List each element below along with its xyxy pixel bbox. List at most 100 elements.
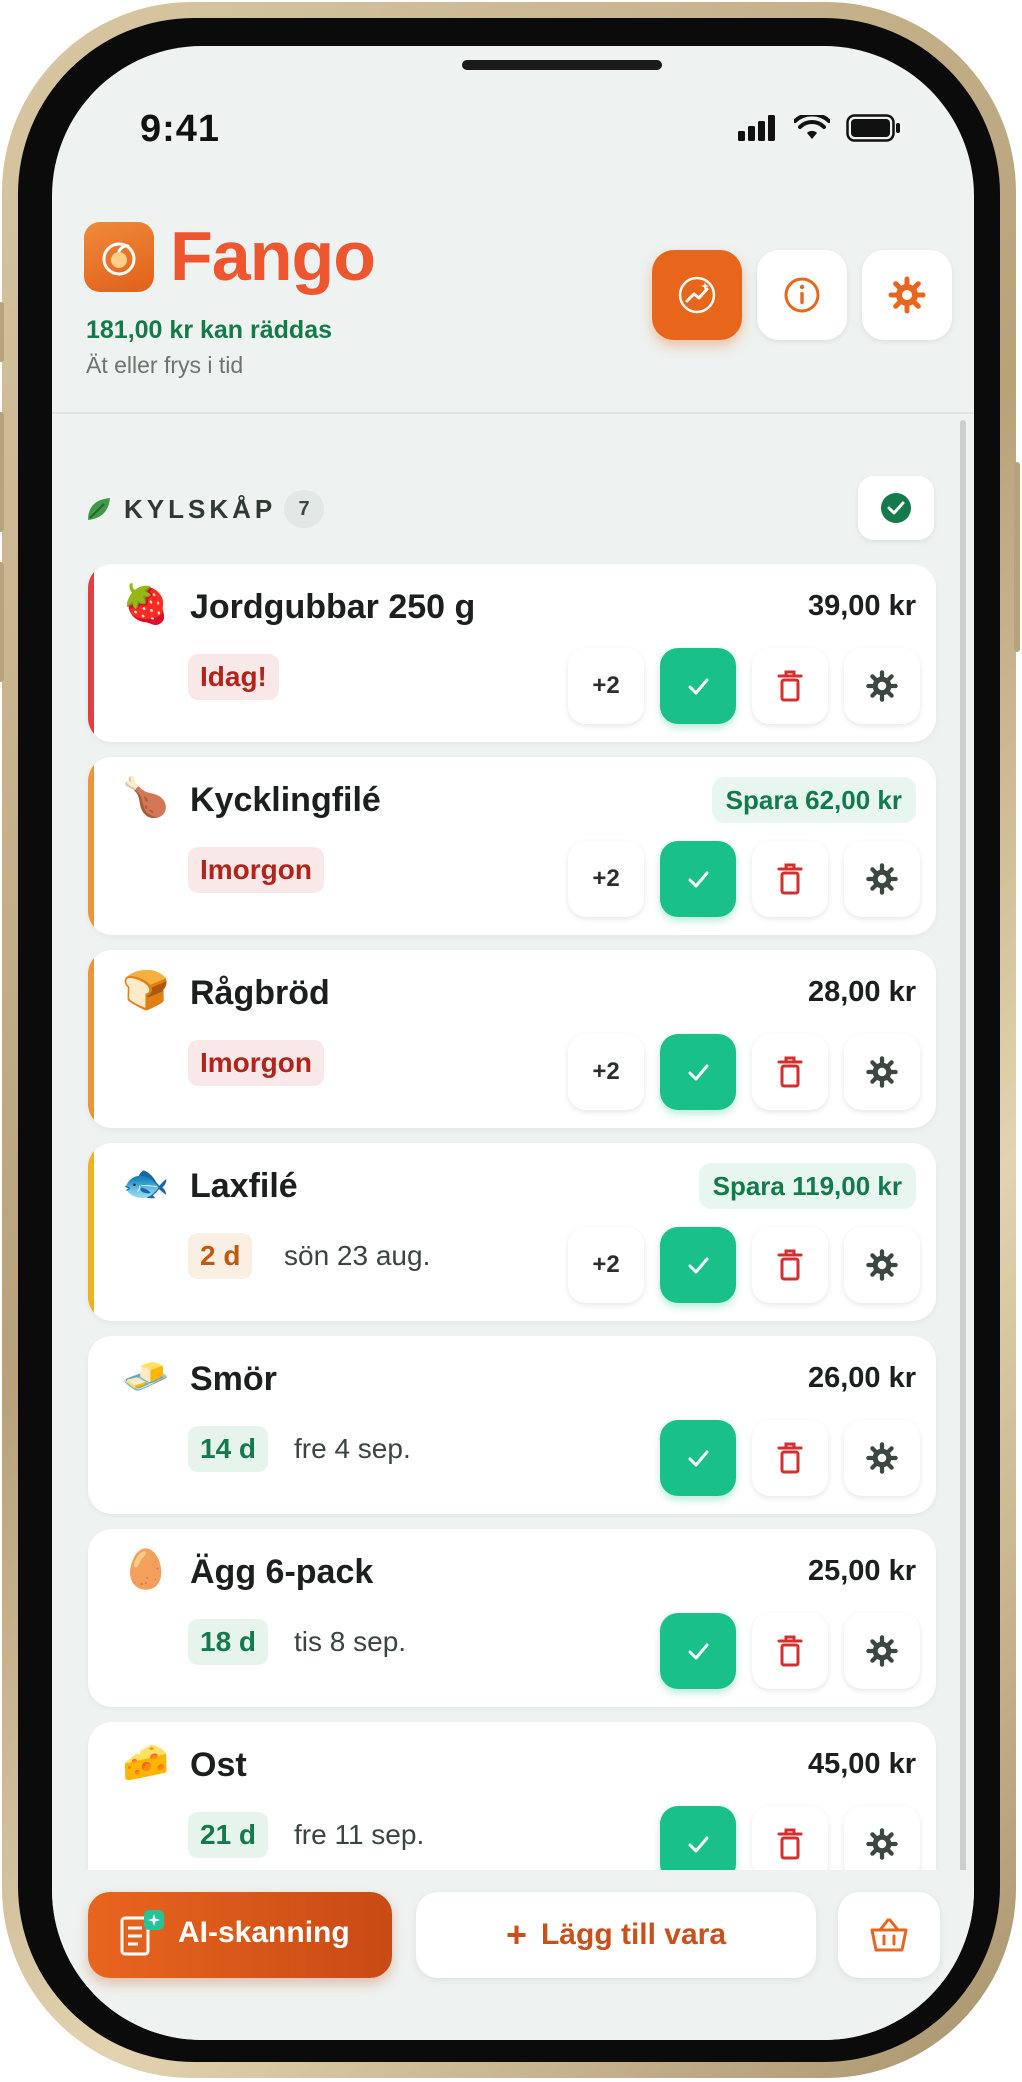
- list-scrollbar[interactable]: [960, 420, 966, 1910]
- item-settings-button[interactable]: [844, 1227, 920, 1303]
- urgency-stripe: [88, 950, 94, 1128]
- savings-badge: Spara 62,00 kr: [711, 777, 916, 823]
- delete-button[interactable]: [752, 1034, 828, 1110]
- item-price: 25,00 kr: [807, 1555, 916, 1587]
- item-card[interactable]: 🍞 Rågbröd 28,00 kr Imorgon +2: [88, 950, 936, 1128]
- volume-down-button: [0, 562, 4, 682]
- check-circle-icon: [881, 493, 911, 523]
- brand-title: Fango: [170, 217, 376, 295]
- expiry-badge: Imorgon: [188, 847, 324, 893]
- trend-icon: [678, 276, 716, 314]
- item-card[interactable]: 🍓 Jordgubbar 250 g 39,00 kr Idag! +2: [88, 564, 936, 742]
- receipt-scan-icon: [120, 1910, 164, 1956]
- item-card[interactable]: 🧈 Smör 26,00 kr 14 d fre 4 sep.: [88, 1336, 936, 1514]
- phone-frame: 9:41 Fango 181,00 kr kan räddas Ät eller…: [0, 2, 1020, 2078]
- trash-icon: [777, 1442, 803, 1474]
- mark-eaten-button[interactable]: [660, 1034, 736, 1110]
- app-logo: [84, 222, 154, 292]
- extend-days-button[interactable]: +2: [568, 841, 644, 917]
- item-price: 28,00 kr: [807, 976, 916, 1008]
- item-emoji: 🥚: [122, 1549, 170, 1591]
- battery-icon: [846, 114, 900, 142]
- leaf-icon: [88, 498, 110, 520]
- insights-button[interactable]: [652, 250, 742, 340]
- item-card[interactable]: 🐟 Laxfilé Spara 119,00 kr 2 d sön 23 aug. +2: [88, 1143, 936, 1321]
- select-all-button[interactable]: [858, 476, 934, 540]
- app-screen: 9:41 Fango 181,00 kr kan räddas Ät eller…: [52, 46, 974, 2040]
- gear-icon: [866, 1056, 898, 1088]
- fridge-section-header: KYLSKÅP 7: [84, 474, 934, 544]
- mark-eaten-button[interactable]: [660, 648, 736, 724]
- item-card[interactable]: 🍗 Kycklingfilé Spara 62,00 kr Imorgon +2: [88, 757, 936, 935]
- check-icon: [688, 1257, 709, 1274]
- delete-button[interactable]: [752, 1420, 828, 1496]
- mark-eaten-button[interactable]: [660, 1420, 736, 1496]
- add-item-label: Lägg till vara: [540, 1918, 727, 1951]
- expiry-badge: 14 d: [188, 1426, 269, 1472]
- extend-days-button[interactable]: +2: [568, 648, 644, 724]
- plus-icon: +: [505, 1914, 527, 1955]
- savings-summary: 181,00 kr kan räddas: [86, 316, 332, 344]
- savings-badge: Spara 119,00 kr: [698, 1163, 916, 1209]
- check-icon: [688, 871, 709, 888]
- delete-button[interactable]: [752, 1613, 828, 1689]
- power-button: [1014, 462, 1020, 652]
- expiry-date: sön 23 aug.: [284, 1240, 431, 1271]
- basket-icon: [870, 1918, 908, 1952]
- item-price: 39,00 kr: [807, 590, 916, 622]
- item-emoji: 🍗: [122, 777, 170, 819]
- item-settings-button[interactable]: [844, 841, 920, 917]
- mark-eaten-button[interactable]: [660, 1227, 736, 1303]
- extend-days-button[interactable]: +2: [568, 1227, 644, 1303]
- mark-eaten-button[interactable]: [660, 1613, 736, 1689]
- item-card[interactable]: 🥚 Ägg 6-pack 25,00 kr 18 d tis 8 sep.: [88, 1529, 936, 1707]
- section-count: 7: [284, 490, 324, 528]
- signal-icon: [738, 115, 775, 141]
- delete-button[interactable]: [752, 648, 828, 724]
- expiry-badge: Imorgon: [188, 1040, 324, 1086]
- item-settings-button[interactable]: [844, 1420, 920, 1496]
- item-name: Kycklingfilé: [190, 781, 381, 819]
- gear-icon: [866, 670, 898, 702]
- volume-up-button: [0, 412, 4, 532]
- expiry-badge: 2 d: [188, 1233, 253, 1279]
- check-icon: [688, 1836, 709, 1853]
- status-icons: [738, 114, 902, 142]
- item-settings-button[interactable]: [844, 1034, 920, 1110]
- item-emoji: 🧈: [122, 1356, 170, 1398]
- delete-button[interactable]: [752, 1227, 828, 1303]
- mute-switch: [0, 302, 4, 362]
- mark-eaten-button[interactable]: [660, 841, 736, 917]
- info-button[interactable]: [757, 250, 847, 340]
- extend-days-button[interactable]: +2: [568, 1034, 644, 1110]
- item-settings-button[interactable]: [844, 1613, 920, 1689]
- settings-button[interactable]: [862, 250, 952, 340]
- item-name: Laxfilé: [190, 1167, 298, 1205]
- ai-scan-button[interactable]: AI-skanning: [88, 1892, 392, 1978]
- expiry-badge: 18 d: [188, 1619, 269, 1665]
- urgency-stripe: [88, 757, 94, 935]
- item-settings-button[interactable]: [844, 648, 920, 724]
- trash-icon: [777, 1056, 803, 1088]
- wifi-icon: [794, 115, 830, 139]
- shopping-basket-button[interactable]: [838, 1892, 940, 1978]
- trash-icon: [777, 1249, 803, 1281]
- status-time: 9:41: [140, 108, 221, 150]
- status-bar: 9:41: [52, 98, 974, 158]
- gear-icon: [888, 276, 926, 314]
- item-name: Ägg 6-pack: [190, 1553, 374, 1591]
- ai-scan-label: AI-skanning: [178, 1916, 350, 1949]
- expiry-badge: Idag!: [188, 654, 279, 700]
- expiry-date: tis 8 sep.: [294, 1626, 407, 1657]
- item-name: Rågbröd: [190, 974, 330, 1012]
- check-icon: [688, 1643, 709, 1660]
- item-list[interactable]: KYLSKÅP 7 🍓 Jordgubbar 250 g 39,00 kr Idag!…: [52, 414, 974, 1914]
- check-icon: [688, 678, 709, 695]
- urgency-stripe: [88, 1143, 94, 1321]
- section-title: KYLSKÅP: [124, 494, 277, 524]
- expiry-badge: 21 d: [188, 1812, 269, 1858]
- item-name: Ost: [190, 1746, 247, 1784]
- delete-button[interactable]: [752, 841, 828, 917]
- item-emoji: 🍓: [122, 584, 170, 626]
- add-item-button[interactable]: + Lägg till vara: [416, 1892, 816, 1978]
